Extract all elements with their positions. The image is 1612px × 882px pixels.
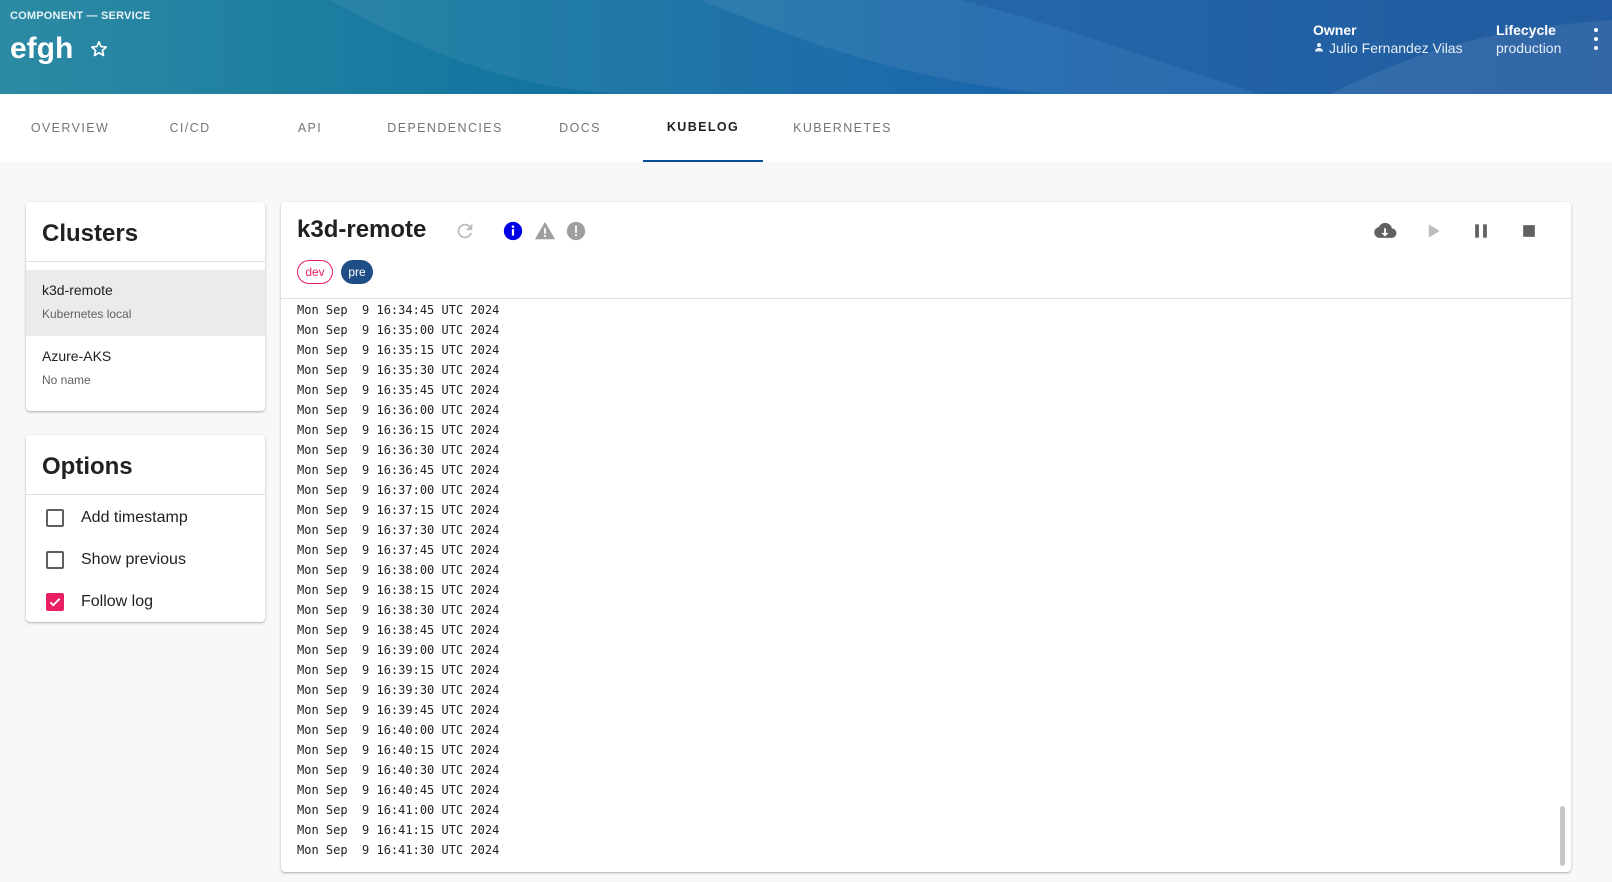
tab-bar: OVERVIEW CI/CD API DEPENDENCIES DOCS KUB… xyxy=(0,94,1612,162)
log-line: Mon Sep 9 16:39:00 UTC 2024 xyxy=(297,643,500,657)
log-line: Mon Sep 9 16:41:00 UTC 2024 xyxy=(297,803,500,817)
option-label: Show previous xyxy=(81,551,186,568)
error-icon[interactable] xyxy=(564,219,588,243)
options-title: Options xyxy=(26,435,265,495)
cluster-name: k3d-remote xyxy=(42,282,113,298)
log-line: Mon Sep 9 16:35:00 UTC 2024 xyxy=(297,323,500,337)
tag-chip-dev[interactable]: dev xyxy=(297,260,333,284)
tag-chip-pre[interactable]: pre xyxy=(341,260,373,284)
log-line: Mon Sep 9 16:39:45 UTC 2024 xyxy=(297,703,500,717)
log-line: Mon Sep 9 16:40:00 UTC 2024 xyxy=(297,723,500,737)
tab-api[interactable]: API xyxy=(260,94,360,162)
option-show-previous[interactable]: Show previous xyxy=(26,539,265,581)
log-line: Mon Sep 9 16:36:15 UTC 2024 xyxy=(297,423,500,437)
owner-link[interactable]: Julio Fernandez Vilas xyxy=(1329,40,1463,56)
log-line: Mon Sep 9 16:40:15 UTC 2024 xyxy=(297,743,500,757)
lifecycle-value: production xyxy=(1496,40,1562,56)
log-line: Mon Sep 9 16:38:00 UTC 2024 xyxy=(297,563,500,577)
pause-icon[interactable] xyxy=(1469,219,1493,243)
cluster-item-k3d-remote[interactable]: k3d-remote Kubernetes local xyxy=(26,270,265,336)
page-header: COMPONENT — SERVICE efgh Owner Julio Fer… xyxy=(0,0,1612,94)
log-output: Mon Sep 9 16:34:45 UTC 2024 Mon Sep 9 16… xyxy=(297,300,1497,860)
log-line: Mon Sep 9 16:36:00 UTC 2024 xyxy=(297,403,500,417)
refresh-icon[interactable] xyxy=(453,219,477,243)
log-line: Mon Sep 9 16:34:45 UTC 2024 xyxy=(297,303,500,317)
log-line: Mon Sep 9 16:39:30 UTC 2024 xyxy=(297,683,500,697)
clusters-card: Clusters k3d-remote Kubernetes local Azu… xyxy=(26,202,265,411)
option-label: Add timestamp xyxy=(81,509,188,526)
check-icon xyxy=(49,598,61,607)
show-previous-checkbox[interactable] xyxy=(46,551,64,569)
log-line: Mon Sep 9 16:35:30 UTC 2024 xyxy=(297,363,500,377)
tab-cicd[interactable]: CI/CD xyxy=(140,94,240,162)
add-timestamp-checkbox[interactable] xyxy=(46,509,64,527)
tab-dependencies[interactable]: DEPENDENCIES xyxy=(380,94,510,162)
log-card: k3d-remote dev pre Mon Sep 9 16:34:45 UT… xyxy=(281,202,1571,872)
log-line: Mon Sep 9 16:39:15 UTC 2024 xyxy=(297,663,500,677)
log-line: Mon Sep 9 16:37:15 UTC 2024 xyxy=(297,503,500,517)
log-cluster-title: k3d-remote xyxy=(297,216,427,243)
log-line: Mon Sep 9 16:41:15 UTC 2024 xyxy=(297,823,500,837)
owner-info: Owner Julio Fernandez Vilas xyxy=(1313,22,1463,56)
warning-icon[interactable] xyxy=(533,219,557,243)
log-line: Mon Sep 9 16:40:30 UTC 2024 xyxy=(297,763,500,777)
log-line: Mon Sep 9 16:38:45 UTC 2024 xyxy=(297,623,500,637)
follow-log-checkbox[interactable] xyxy=(46,593,64,611)
cluster-item-azure-aks[interactable]: Azure-AKS No name xyxy=(26,336,265,402)
log-line: Mon Sep 9 16:37:45 UTC 2024 xyxy=(297,543,500,557)
owner-label: Owner xyxy=(1313,22,1357,38)
cloud-download-icon[interactable] xyxy=(1373,219,1397,243)
cluster-name: Azure-AKS xyxy=(42,348,112,364)
info-icon[interactable] xyxy=(501,219,525,243)
clusters-title: Clusters xyxy=(26,202,265,262)
favorite-star-icon[interactable] xyxy=(87,37,111,61)
option-follow-log[interactable]: Follow log xyxy=(26,581,265,622)
tab-docs[interactable]: DOCS xyxy=(530,94,630,162)
more-options-icon[interactable] xyxy=(1588,28,1604,50)
log-line: Mon Sep 9 16:38:30 UTC 2024 xyxy=(297,603,500,617)
component-kind-label: COMPONENT — SERVICE xyxy=(10,10,151,22)
person-icon xyxy=(1313,40,1325,56)
option-label: Follow log xyxy=(81,593,154,610)
log-line: Mon Sep 9 16:36:45 UTC 2024 xyxy=(297,463,500,477)
options-card: Options Add timestamp Show previous Foll… xyxy=(26,435,265,622)
log-line: Mon Sep 9 16:35:45 UTC 2024 xyxy=(297,383,500,397)
cluster-description: No name xyxy=(42,373,91,387)
tab-kubelog[interactable]: KUBELOG xyxy=(643,94,763,162)
log-line: Mon Sep 9 16:37:30 UTC 2024 xyxy=(297,523,500,537)
log-line: Mon Sep 9 16:41:30 UTC 2024 xyxy=(297,843,500,857)
log-line: Mon Sep 9 16:35:15 UTC 2024 xyxy=(297,343,500,357)
page-title: efgh xyxy=(10,32,74,65)
option-add-timestamp[interactable]: Add timestamp xyxy=(26,497,265,539)
cluster-description: Kubernetes local xyxy=(42,307,132,321)
tab-kubernetes[interactable]: KUBERNETES xyxy=(780,94,905,162)
log-scrollbar[interactable] xyxy=(1560,806,1565,866)
log-line: Mon Sep 9 16:36:30 UTC 2024 xyxy=(297,443,500,457)
log-line: Mon Sep 9 16:40:45 UTC 2024 xyxy=(297,783,500,797)
stop-icon[interactable] xyxy=(1517,219,1541,243)
lifecycle-label: Lifecycle xyxy=(1496,22,1556,38)
play-icon[interactable] xyxy=(1421,219,1445,243)
log-line: Mon Sep 9 16:37:00 UTC 2024 xyxy=(297,483,500,497)
log-line: Mon Sep 9 16:38:15 UTC 2024 xyxy=(297,583,500,597)
lifecycle-info: Lifecycle production xyxy=(1496,22,1561,56)
tab-overview[interactable]: OVERVIEW xyxy=(0,94,140,162)
log-header-divider xyxy=(281,298,1571,299)
